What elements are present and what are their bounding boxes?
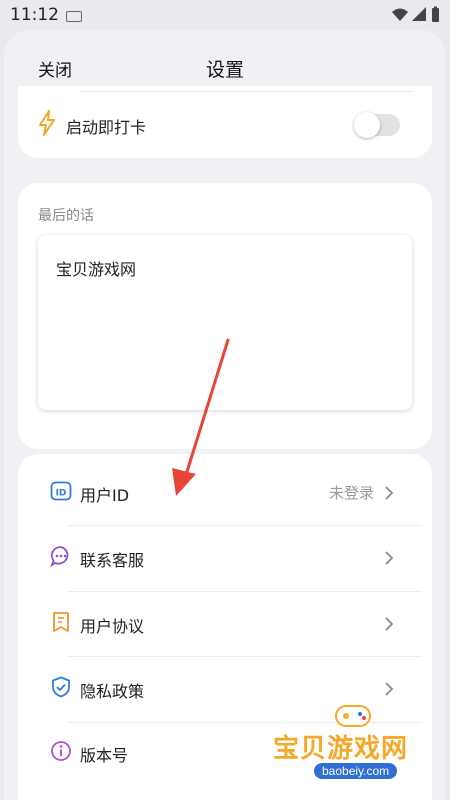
menu-label-version: 版本号 (80, 746, 129, 765)
last-words-text: 宝贝游戏网 (56, 260, 137, 279)
menu-row-contact[interactable]: 联系客服 (18, 525, 432, 591)
chevron-right-icon (382, 550, 396, 565)
chevron-right-icon (382, 616, 396, 631)
chevron-right-icon (382, 485, 396, 500)
menu-label-agreement: 用户协议 (80, 617, 145, 636)
lightning-icon (38, 110, 56, 140)
auto-checkin-label: 启动即打卡 (66, 118, 147, 137)
info-icon (50, 740, 72, 762)
menu-label-user-id: 用户ID (80, 486, 130, 505)
toggle-knob (354, 112, 380, 138)
divider (80, 91, 414, 92)
user-id-value: 未登录 (328, 484, 374, 502)
settings-sheet: 关闭 设置 启动即打卡 最后的话 宝贝游戏网 ID 用户ID 未登录 联系客服 … (4, 30, 446, 800)
menu-label-privacy: 隐私政策 (80, 682, 145, 701)
chevron-right-icon (382, 681, 396, 696)
menu-row-user-id[interactable]: ID 用户ID 未登录 (18, 460, 432, 526)
last-words-card: 最后的话 宝贝游戏网 (18, 183, 432, 449)
svg-text:ID: ID (56, 489, 67, 499)
wifi-signal-battery-icon (392, 6, 439, 22)
watermark-logo: 宝贝游戏网 baobeiy.com (268, 700, 448, 790)
id-card-icon: ID (50, 480, 72, 502)
last-words-label: 最后的话 (38, 208, 94, 224)
status-bar: 11:12 (0, 0, 450, 32)
menu-label-contact: 联系客服 (80, 551, 145, 570)
last-words-input[interactable]: 宝贝游戏网 (38, 235, 412, 410)
chat-bubble-icon (50, 545, 72, 568)
shield-check-icon (50, 676, 72, 698)
status-time: 11:12 (10, 5, 59, 25)
auto-checkin-row: 启动即打卡 (18, 104, 432, 148)
page-title: 设置 (205, 59, 244, 81)
keyboard-icon (66, 11, 82, 22)
watermark-url: baobeiy.com (314, 763, 398, 779)
watermark-text: 宝贝游戏网 (273, 734, 409, 764)
auto-checkin-card: 启动即打卡 (18, 86, 432, 158)
menu-row-agreement[interactable]: 用户协议 (18, 591, 432, 657)
bookmark-doc-icon (50, 611, 72, 633)
auto-checkin-toggle[interactable] (354, 112, 400, 138)
status-icons (390, 6, 442, 30)
